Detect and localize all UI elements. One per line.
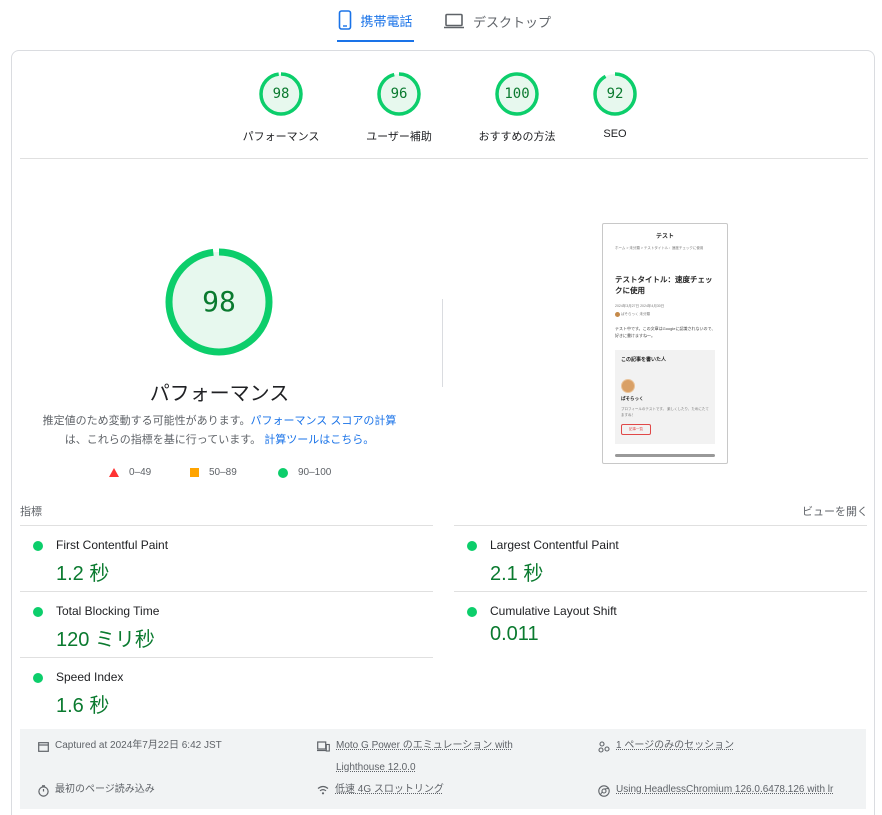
author-articles-button: 記事一覧: [621, 424, 651, 435]
legend-fail: 0–49: [109, 467, 151, 478]
browser-version[interactable]: Using HeadlessChromium 126.0.6478.126 wi…: [598, 779, 833, 806]
author-avatar: [621, 379, 635, 393]
devices-icon: [317, 735, 330, 761]
performance-gauge-large: 98: [164, 247, 274, 357]
gauge-score: 92: [606, 86, 624, 102]
captured-at: Captured at 2024年7月22日 6:42 JST: [38, 735, 222, 761]
metric-cls: Cumulative Layout Shift 0.011: [454, 591, 867, 657]
emulated-device[interactable]: Moto G Power のエミュレーション with Lighthouse 12…: [317, 735, 513, 779]
pass-circle-icon: [33, 673, 43, 683]
pass-circle-icon: [278, 467, 288, 478]
metric-value: 1.2 秒: [56, 563, 110, 585]
legend-average-range: 50–89: [209, 467, 237, 478]
metrics-header: 指標 ビューを開く: [20, 503, 868, 525]
gauge-ring: 92: [592, 71, 638, 117]
network-throttling[interactable]: 低速 4G スロットリング: [317, 779, 444, 804]
performance-title: パフォーマンス: [149, 383, 290, 405]
gauge-label: パフォーマンス: [242, 131, 320, 143]
metric-si: Speed Index 1.6 秒: [20, 657, 433, 723]
screenshot-heading: テストタイトル：速度チェックに使用: [615, 275, 713, 295]
initial-load: 最初のページ読み込み: [38, 779, 155, 806]
metric-value: 120 ミリ秒: [56, 629, 155, 651]
tab-desktop[interactable]: デスクトップ: [443, 0, 553, 42]
screenshot-breadcrumb: ホーム > 未分類 > テストタイトル：速度チェックに使用: [615, 246, 704, 250]
vertical-divider: [442, 299, 443, 387]
metric-lcp: Largest Contentful Paint 2.1 秒: [454, 525, 867, 591]
legend-fail-range: 0–49: [129, 467, 152, 478]
metric-value: 2.1 秒: [490, 563, 544, 585]
average-square-icon: [190, 468, 199, 477]
device-tabs: 携帯電話 デスクトップ: [0, 0, 882, 42]
metric-value: 1.6 秒: [56, 695, 110, 717]
runtime-settings: Captured at 2024年7月22日 6:42 JST 最初のページ読み…: [20, 729, 866, 809]
author-name: ぱそらっく: [621, 396, 644, 401]
performance-desc-text-2: は、これらの指標を基に行っています。: [64, 434, 262, 446]
metric-name: Speed Index: [56, 670, 124, 684]
pass-circle-icon: [33, 541, 43, 551]
score-calculation-link[interactable]: パフォーマンス スコアの計算: [251, 415, 397, 427]
gauge-label: おすすめの方法: [478, 131, 556, 143]
gauge-best-practices[interactable]: 100 おすすめの方法: [462, 71, 572, 144]
author-avatar-small: [615, 311, 620, 317]
smartphone-icon: [338, 10, 352, 30]
report-card: 98 パフォーマンス 96 ユーザー補助 100 おすすめの方法 92 SEO: [11, 50, 875, 815]
laptop-icon: [443, 13, 465, 29]
gauge-ring: 98: [258, 71, 304, 117]
gauge-score: 98: [272, 86, 290, 102]
legend-pass-range: 90–100: [298, 467, 332, 478]
pass-circle-icon: [467, 607, 477, 617]
metric-value: 0.011: [490, 623, 539, 645]
gauge-performance[interactable]: 98 パフォーマンス: [226, 71, 336, 144]
screenshot-author-box: この記事を書いた人 ぱそらっく プロフィールのテストです。 楽しくしたり、ために…: [615, 350, 715, 444]
legend-pass: 90–100: [278, 467, 331, 478]
metric-name: Largest Contentful Paint: [490, 538, 619, 552]
session-type[interactable]: 1 ページのみのセッション: [598, 735, 734, 762]
metrics-label: 指標: [20, 506, 42, 518]
author-profile: プロフィールのテストです。 楽しくしたり、ためにたてますね！: [621, 407, 709, 417]
author-box-title: この記事を書いた人: [621, 357, 667, 363]
pass-circle-icon: [33, 607, 43, 617]
screenshot-bottom-bar: [615, 454, 715, 457]
page-screenshot[interactable]: テスト ホーム > 未分類 > テストタイトル：速度チェックに使用 テストタイト…: [602, 223, 728, 464]
session-icon: [598, 735, 610, 762]
gauge-label: SEO: [603, 128, 627, 140]
timer-icon: [38, 779, 49, 806]
gauge-accessibility[interactable]: 96 ユーザー補助: [344, 71, 454, 144]
pass-circle-icon: [467, 541, 477, 551]
category-gauges: 98 パフォーマンス 96 ユーザー補助 100 おすすめの方法 92 SEO: [20, 51, 868, 159]
screenshot-author-meta: ぱそらっく 未分類: [615, 310, 717, 318]
screenshot-dates: 2024年3月27日 2024年4月30日: [615, 304, 665, 308]
performance-score: 98: [202, 285, 236, 318]
expand-view-toggle[interactable]: ビューを開く: [802, 503, 868, 519]
gauge-label: ユーザー補助: [366, 131, 432, 143]
tab-desktop-label: デスクトップ: [473, 14, 552, 30]
calculator-link[interactable]: 計算ツールはこちら。: [264, 434, 374, 446]
calendar-icon: [38, 735, 49, 761]
metric-name: Cumulative Layout Shift: [490, 604, 617, 618]
metric-tbt: Total Blocking Time 120 ミリ秒: [20, 591, 433, 657]
fail-triangle-icon: [109, 468, 119, 477]
device-text: Moto G Power のエミュレーション with Lighthouse 12…: [336, 740, 513, 773]
screenshot-body: テスト中です。この文章はGoogleに認識されないので、好きに書けますね〜。: [615, 326, 716, 338]
tab-mobile-label: 携帯電話: [360, 13, 413, 29]
performance-desc-text-1: 推定値のため変動する可能性があります。: [42, 415, 251, 427]
screenshot-site-title: テスト: [655, 234, 674, 240]
gauge-score: 96: [390, 86, 408, 102]
performance-description: 推定値のため変動する可能性があります。パフォーマンス スコアの計算 は、これらの…: [32, 412, 407, 450]
wifi-icon: [317, 779, 329, 804]
legend-average: 50–89: [190, 467, 237, 478]
gauge-score: 100: [504, 86, 530, 102]
gauge-ring: 100: [494, 71, 540, 117]
tab-mobile[interactable]: 携帯電話: [337, 0, 414, 42]
gauge-ring: 96: [376, 71, 422, 117]
metric-name: Total Blocking Time: [56, 604, 160, 618]
chrome-icon: [598, 779, 610, 806]
metric-fcp: First Contentful Paint 1.2 秒: [20, 525, 433, 591]
screenshot-meta: 2024年3月27日 2024年4月30日 ぱそらっく 未分類: [615, 302, 717, 318]
gauge-seo[interactable]: 92 SEO: [560, 71, 670, 140]
metric-name: First Contentful Paint: [56, 538, 169, 552]
